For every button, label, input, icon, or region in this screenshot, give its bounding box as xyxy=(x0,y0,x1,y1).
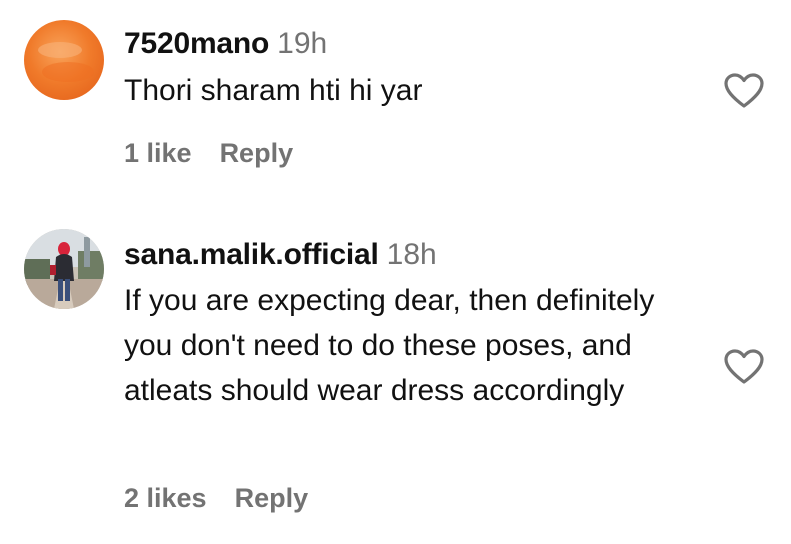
comment-header: sana.malik.official 18h xyxy=(124,237,437,273)
avatar[interactable] xyxy=(24,229,104,309)
comment-text: If you are expecting dear, then definite… xyxy=(124,284,655,407)
comment-item: sana.malik.official 18h If you are expect… xyxy=(0,0,791,544)
comment-actions: 2 likes Reply xyxy=(124,481,308,515)
likes-count[interactable]: 2 likes xyxy=(124,483,207,513)
reply-button[interactable]: Reply xyxy=(235,483,309,513)
heart-icon[interactable] xyxy=(724,349,764,385)
username[interactable]: sana.malik.official xyxy=(124,238,379,271)
timestamp: 18h xyxy=(386,238,437,271)
